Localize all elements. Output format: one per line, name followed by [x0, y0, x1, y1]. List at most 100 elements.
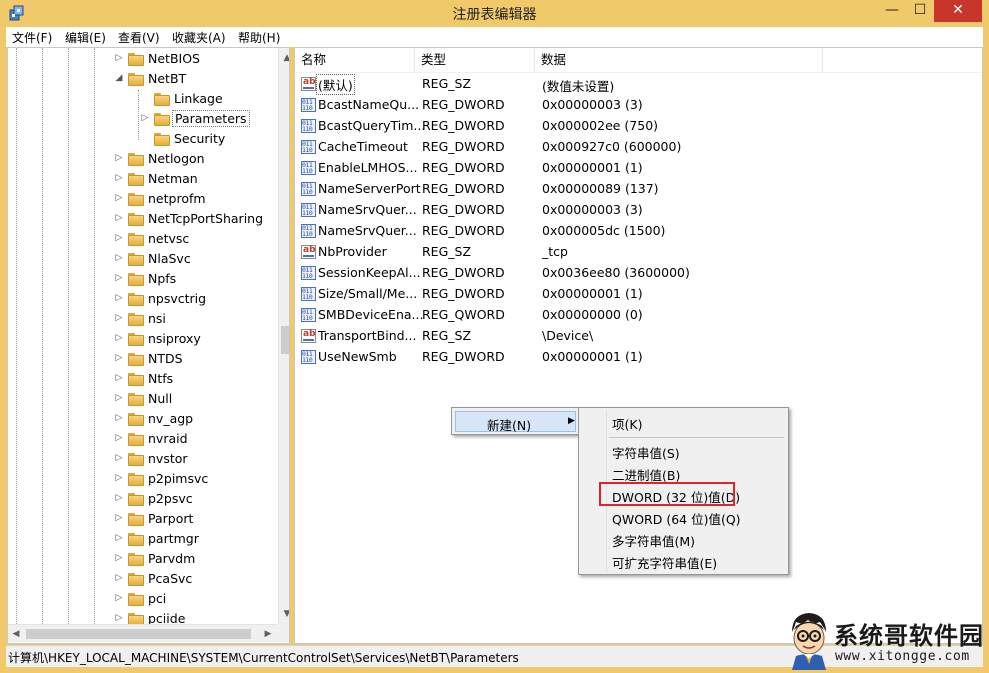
collapse-arrow-icon[interactable]: ◢ [114, 73, 124, 83]
tree-vertical-scrollbar[interactable]: ▲ ▼ [278, 48, 289, 624]
tree-node[interactable]: ▷ pci [116, 590, 289, 610]
tree-node[interactable]: ▷ NetTcpPortSharing [116, 210, 289, 230]
value-row[interactable]: 011 110 NameSrvQuer... REG_DWORD 0x000005dc … [295, 221, 895, 242]
scroll-down-icon[interactable]: ▼ [279, 606, 289, 622]
value-row[interactable]: 011 110 BcastQueryTim... REG_DWORD 0x000002e… [295, 116, 895, 137]
tree-node[interactable]: ▷ Npfs [116, 270, 289, 290]
tree-node[interactable]: Linkage [154, 90, 289, 110]
scrollbar-thumb[interactable] [26, 629, 251, 639]
expand-arrow-icon[interactable]: ▷ [114, 493, 124, 503]
expand-arrow-icon[interactable]: ▷ [114, 193, 124, 203]
tree-node-label: netprofm [148, 191, 206, 206]
tree-node[interactable]: ▷ netprofm [116, 190, 289, 210]
expand-arrow-icon[interactable]: ▷ [114, 173, 124, 183]
expand-arrow-icon[interactable]: ▷ [114, 553, 124, 563]
expand-arrow-icon[interactable]: ▷ [114, 393, 124, 403]
value-row[interactable]: 011 110 NameSrvQuer... REG_DWORD 0x00000003 … [295, 200, 895, 221]
expand-arrow-icon[interactable]: ▷ [114, 333, 124, 343]
value-row[interactable]: 011 110 CacheTimeout REG_DWORD 0x000927c0 (6… [295, 137, 895, 158]
tree-node[interactable]: ▷ nsi [116, 310, 289, 330]
expand-arrow-icon[interactable]: ▷ [114, 413, 124, 423]
tree-node[interactable]: ▷ Netman [116, 170, 289, 190]
column-header-name[interactable]: 名称 [295, 48, 415, 72]
menu-item-key[interactable]: 项(K) [612, 414, 642, 433]
column-header-data[interactable]: 数据 [535, 48, 823, 72]
tree-node[interactable]: ▷ npsvctrig [116, 290, 289, 310]
value-type: REG_DWORD [422, 160, 505, 175]
menu-item-multi-string-value[interactable]: 多字符串值(M) [612, 531, 695, 550]
tree-node[interactable]: ▷ p2pimsvc [116, 470, 289, 490]
expand-arrow-icon[interactable]: ▷ [114, 513, 124, 523]
folder-icon [128, 353, 144, 366]
maximize-button[interactable]: ☐ [906, 0, 934, 22]
expand-arrow-icon[interactable]: ▷ [114, 373, 124, 383]
expand-arrow-icon[interactable]: ▷ [114, 573, 124, 583]
expand-arrow-icon[interactable]: ▷ [114, 593, 124, 603]
menu-edit[interactable]: 编辑(E) [65, 29, 106, 46]
expand-arrow-icon[interactable]: ▷ [114, 253, 124, 263]
value-row[interactable]: 011 110 NameServerPort REG_DWORD 0x00000089 … [295, 179, 895, 200]
value-row[interactable]: ab (默认) REG_SZ (数值未设置) [295, 74, 895, 95]
tree-node[interactable]: ▷ nsiproxy [116, 330, 289, 350]
expand-arrow-icon[interactable]: ▷ [114, 613, 124, 623]
expand-arrow-icon[interactable]: ▷ [114, 453, 124, 463]
folder-icon [128, 373, 144, 386]
expand-arrow-icon[interactable]: ▷ [114, 353, 124, 363]
scrollbar-thumb[interactable] [281, 326, 289, 354]
expand-arrow-icon[interactable]: ▷ [114, 313, 124, 323]
menu-item-new[interactable]: 新建(N) ▶ [455, 411, 576, 433]
menu-item-string-value[interactable]: 字符串值(S) [612, 443, 680, 462]
expand-arrow-icon[interactable]: ▷ [114, 433, 124, 443]
column-header-type[interactable]: 类型 [415, 48, 535, 72]
tree-node[interactable]: ◢ NetBT [116, 70, 289, 90]
tree-node[interactable]: ▷ Netlogon [116, 150, 289, 170]
expand-arrow-icon[interactable]: ▷ [114, 213, 124, 223]
tree-node[interactable]: ▷ Null [116, 390, 289, 410]
menu-favorites[interactable]: 收藏夹(A) [172, 29, 226, 46]
tree-node[interactable]: ▷ NetBIOS [116, 50, 289, 70]
close-button[interactable]: ✕ [934, 0, 982, 22]
value-row[interactable]: 011 110 EnableLMHOS... REG_DWORD 0x00000001 … [295, 158, 895, 179]
tree-node[interactable]: Security [154, 130, 289, 150]
value-row[interactable]: 011 110 Size/Small/Me... REG_DWORD 0x0000000… [295, 284, 895, 305]
value-row[interactable]: ab NbProvider REG_SZ _tcp [295, 242, 895, 263]
tree-node[interactable]: ▷ PcaSvc [116, 570, 289, 590]
tree-node[interactable]: ▷ nvstor [116, 450, 289, 470]
value-row[interactable]: 011 110 UseNewSmb REG_DWORD 0x00000001 (1) [295, 347, 895, 368]
value-row[interactable]: ab TransportBind... REG_SZ \Device\ [295, 326, 895, 347]
tree-node-label: nsiproxy [148, 331, 201, 346]
scroll-right-icon[interactable]: ▶ [260, 625, 276, 643]
tree-node[interactable]: ▷ Parport [116, 510, 289, 530]
tree-node[interactable]: ▷ Parvdm [116, 550, 289, 570]
expand-arrow-icon[interactable]: ▷ [114, 233, 124, 243]
expand-arrow-icon[interactable]: ▷ [114, 273, 124, 283]
scroll-left-icon[interactable]: ◀ [8, 625, 24, 643]
tree-node[interactable]: ▷ NTDS [116, 350, 289, 370]
tree-node[interactable]: ▷ partmgr [116, 530, 289, 550]
minimize-button[interactable]: — [878, 0, 906, 22]
expand-arrow-icon[interactable]: ▷ [114, 293, 124, 303]
tree-node[interactable]: ▷ p2psvc [116, 490, 289, 510]
expand-arrow-icon[interactable]: ▷ [114, 53, 124, 63]
value-row[interactable]: 011 110 SessionKeepAl... REG_DWORD 0x0036ee8… [295, 263, 895, 284]
value-row[interactable]: 011 110 BcastNameQu... REG_DWORD 0x00000003 … [295, 95, 895, 116]
expand-arrow-icon[interactable]: ▷ [140, 113, 150, 123]
tree-node[interactable]: ▷ Parameters [142, 110, 289, 130]
expand-arrow-icon[interactable]: ▷ [114, 153, 124, 163]
value-row[interactable]: 011 110 SMBDeviceEna... REG_QWORD 0x00000000… [295, 305, 895, 326]
menu-item-qword-value[interactable]: QWORD (64 位)值(Q) [612, 509, 741, 528]
tree-node[interactable]: ▷ NlaSvc [116, 250, 289, 270]
tree-node[interactable]: ▷ netvsc [116, 230, 289, 250]
tree-horizontal-scrollbar[interactable]: ◀ ▶ [8, 624, 278, 642]
tree-node[interactable]: ▷ Ntfs [116, 370, 289, 390]
tree-node[interactable]: ▷ nv_agp [116, 410, 289, 430]
menu-item-expandable-string-value[interactable]: 可扩充字符串值(E) [612, 553, 717, 572]
key-tree-pane[interactable]: ▷ NetBIOS ◢ NetBT Linkage ▷ Parameters Security… [7, 47, 290, 644]
menu-view[interactable]: 查看(V) [118, 29, 160, 46]
menu-help[interactable]: 帮助(H) [238, 29, 280, 46]
expand-arrow-icon[interactable]: ▷ [114, 473, 124, 483]
expand-arrow-icon[interactable]: ▷ [114, 533, 124, 543]
scroll-up-icon[interactable]: ▲ [279, 50, 289, 66]
tree-node[interactable]: ▷ nvraid [116, 430, 289, 450]
menu-file[interactable]: 文件(F) [12, 29, 52, 46]
